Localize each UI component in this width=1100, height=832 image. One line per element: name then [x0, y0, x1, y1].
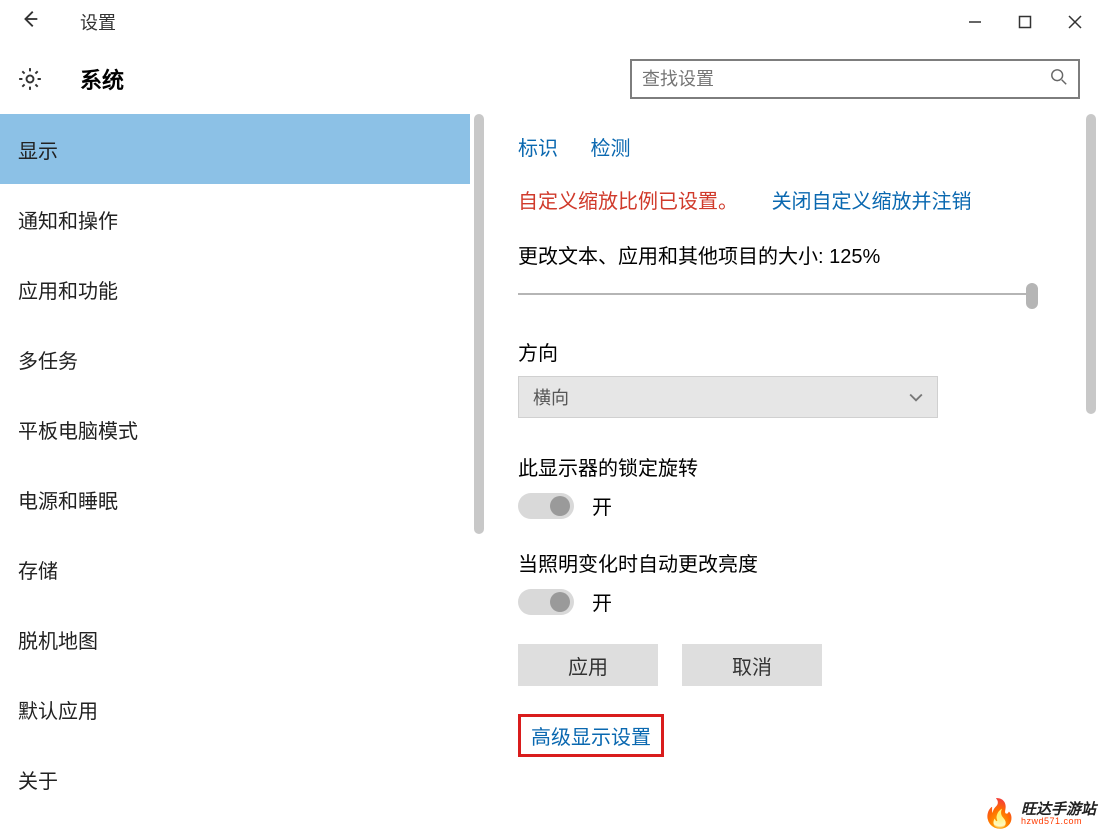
settings-gear[interactable]	[0, 66, 60, 92]
button-row: 应用 取消	[518, 644, 1058, 686]
sidebar-item-tablet-mode[interactable]: 平板电脑模式	[0, 394, 470, 464]
minimize-button[interactable]	[950, 0, 1000, 44]
close-button[interactable]	[1050, 0, 1100, 44]
sidebar-item-power-sleep[interactable]: 电源和睡眠	[0, 464, 470, 534]
sidebar-item-label: 默认应用	[18, 695, 98, 724]
lock-rotation-label: 此显示器的锁定旋转	[518, 452, 1058, 481]
auto-brightness-label: 当照明变化时自动更改亮度	[518, 548, 1058, 577]
sidebar-item-apps[interactable]: 应用和功能	[0, 254, 470, 324]
toggle-knob	[550, 592, 570, 612]
sidebar-item-notifications[interactable]: 通知和操作	[0, 184, 470, 254]
scale-status-text: 自定义缩放比例已设置。	[518, 191, 738, 213]
sidebar-item-default-apps[interactable]: 默认应用	[0, 674, 470, 744]
content: 标识 检测 自定义缩放比例已设置。 关闭自定义缩放并注销 更改文本、应用和其他项…	[488, 114, 1100, 832]
close-icon	[1068, 15, 1082, 29]
advanced-display-highlight: 高级显示设置	[518, 714, 664, 757]
display-link-row: 标识 检测	[518, 132, 1058, 161]
sidebar-scrollbar[interactable]	[470, 114, 488, 832]
window-title: 设置	[80, 9, 116, 35]
lock-rotation-toggle[interactable]	[518, 493, 574, 519]
lock-rotation-row: 开	[518, 491, 1058, 520]
toggle-knob	[550, 496, 570, 516]
minimize-icon	[968, 15, 982, 29]
search-input[interactable]	[642, 69, 1050, 90]
gear-icon	[17, 66, 43, 92]
watermark-url: hzwd571.com	[1021, 817, 1096, 826]
scale-status-row: 自定义缩放比例已设置。 关闭自定义缩放并注销	[518, 185, 1058, 214]
scrollbar-thumb[interactable]	[474, 114, 484, 534]
sidebar-item-display[interactable]: 显示	[0, 114, 470, 184]
orientation-label: 方向	[518, 337, 1058, 366]
main: 显示 通知和操作 应用和功能 多任务 平板电脑模式 电源和睡眠 存储 脱机地图 …	[0, 114, 1100, 832]
watermark-text: 旺达手游站	[1021, 802, 1096, 817]
sidebar-item-label: 多任务	[18, 345, 78, 374]
sidebar-item-about[interactable]: 关于	[0, 744, 470, 814]
flame-icon: 🔥	[982, 797, 1017, 830]
sidebar-item-offline-maps[interactable]: 脱机地图	[0, 604, 470, 674]
slider-track	[518, 293, 1038, 295]
arrow-left-icon	[19, 8, 41, 30]
scrollbar-thumb[interactable]	[1086, 114, 1096, 414]
scale-label: 更改文本、应用和其他项目的大小: 125%	[518, 240, 1058, 269]
watermark: 🔥 旺达手游站 hzwd571.com	[982, 797, 1096, 830]
sidebar-item-label: 应用和功能	[18, 275, 118, 304]
back-button[interactable]	[0, 8, 60, 36]
sidebar: 显示 通知和操作 应用和功能 多任务 平板电脑模式 电源和睡眠 存储 脱机地图 …	[0, 114, 470, 832]
page-heading: 系统	[80, 63, 124, 95]
header: 系统	[0, 44, 1100, 114]
sidebar-item-label: 脱机地图	[18, 625, 98, 654]
apply-button[interactable]: 应用	[518, 644, 658, 686]
slider-thumb[interactable]	[1026, 283, 1038, 309]
advanced-display-link[interactable]: 高级显示设置	[531, 727, 651, 749]
cancel-button[interactable]: 取消	[682, 644, 822, 686]
content-scrollbar[interactable]	[1082, 114, 1100, 832]
titlebar: 设置	[0, 0, 1100, 44]
maximize-icon	[1018, 15, 1032, 29]
sidebar-item-label: 平板电脑模式	[18, 415, 138, 444]
orientation-dropdown[interactable]: 横向	[518, 376, 938, 418]
sidebar-item-storage[interactable]: 存储	[0, 534, 470, 604]
search-box[interactable]	[630, 59, 1080, 99]
turn-off-custom-scale-link[interactable]: 关闭自定义缩放并注销	[772, 191, 972, 213]
maximize-button[interactable]	[1000, 0, 1050, 44]
identify-link[interactable]: 标识	[518, 138, 558, 160]
lock-rotation-value: 开	[592, 491, 612, 520]
chevron-down-icon	[909, 387, 923, 408]
auto-brightness-toggle[interactable]	[518, 589, 574, 615]
auto-brightness-value: 开	[592, 587, 612, 616]
detect-link[interactable]: 检测	[590, 138, 630, 160]
orientation-value: 横向	[533, 384, 569, 410]
sidebar-item-label: 通知和操作	[18, 205, 118, 234]
scale-slider[interactable]	[518, 279, 1038, 309]
sidebar-item-label: 显示	[18, 135, 58, 164]
sidebar-item-label: 电源和睡眠	[18, 485, 118, 514]
auto-brightness-row: 开	[518, 587, 1058, 616]
sidebar-item-multitasking[interactable]: 多任务	[0, 324, 470, 394]
sidebar-item-label: 存储	[18, 555, 58, 584]
sidebar-item-label: 关于	[18, 765, 58, 794]
search-icon	[1050, 68, 1068, 91]
